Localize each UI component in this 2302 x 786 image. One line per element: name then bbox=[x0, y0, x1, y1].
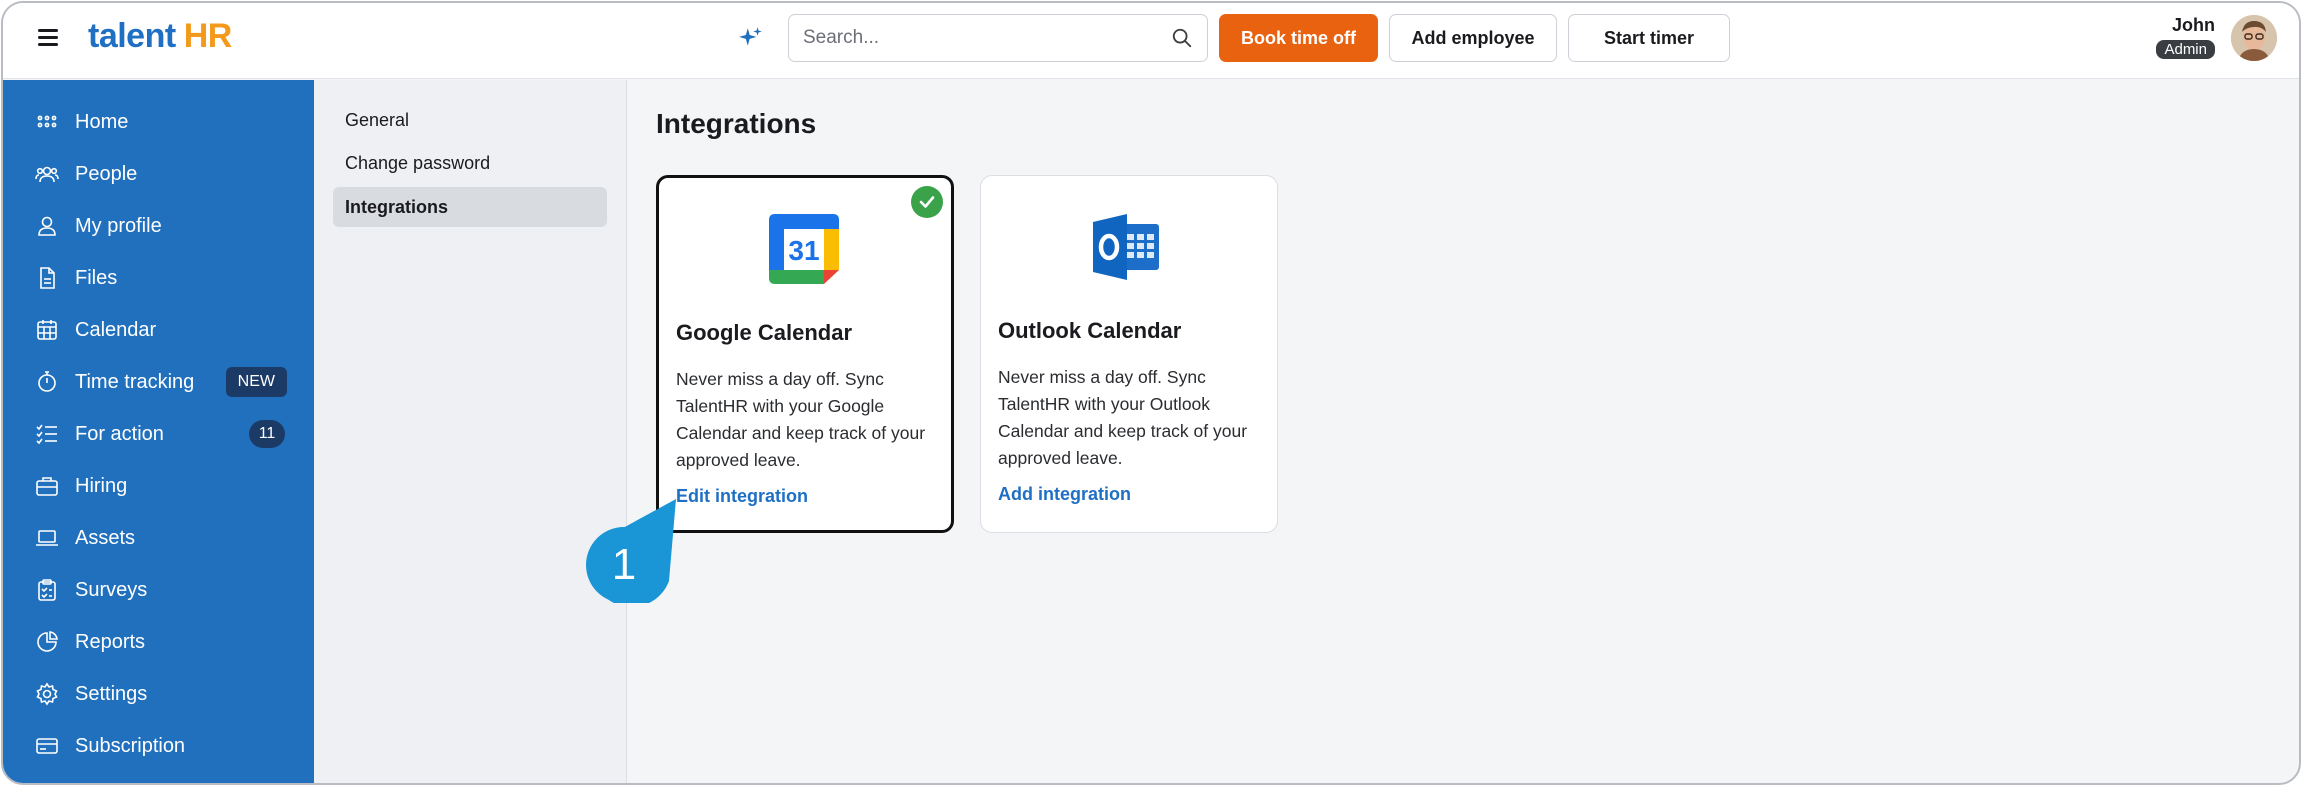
stopwatch-icon bbox=[38, 371, 56, 392]
sidebar-item-label: Hiring bbox=[75, 474, 128, 497]
search-box[interactable] bbox=[788, 14, 1208, 62]
sidebar-item-reports[interactable]: Reports bbox=[3, 616, 314, 668]
clipboard-icon bbox=[38, 579, 56, 601]
grid-icon bbox=[37, 115, 57, 128]
sidebar-item-assets[interactable]: Assets bbox=[3, 512, 314, 564]
card-description: Never miss a day off. Sync TalentHR with… bbox=[998, 367, 1248, 468]
card-title: Outlook Calendar bbox=[998, 318, 1182, 343]
subnav-item-change-password[interactable]: Change password bbox=[333, 143, 607, 183]
sidebar-item-subscription[interactable]: Subscription bbox=[3, 720, 314, 772]
app-window: talent HR Book time off Add employee Sta… bbox=[1, 1, 2301, 785]
callout-number: 1 bbox=[612, 540, 636, 589]
sidebar-item-settings[interactable]: Settings bbox=[3, 668, 314, 720]
gear-icon bbox=[36, 682, 58, 706]
connected-check-icon bbox=[911, 186, 943, 218]
card-title: Google Calendar bbox=[676, 320, 853, 345]
search-input[interactable] bbox=[803, 27, 1171, 49]
sidebar-item-label: Time tracking bbox=[75, 370, 195, 393]
sidebar-item-label: Home bbox=[75, 110, 129, 133]
subnav-item-general[interactable]: General bbox=[333, 100, 607, 140]
user-role-badge: Admin bbox=[2156, 40, 2215, 59]
sidebar-item-label: Settings bbox=[75, 682, 148, 705]
sidebar-item-hiring[interactable]: Hiring bbox=[3, 460, 314, 512]
outlook-calendar-card[interactable]: Outlook Calendar Never miss a day off. S… bbox=[980, 175, 1278, 533]
checklist-icon bbox=[36, 424, 57, 445]
add-employee-button[interactable]: Add employee bbox=[1389, 14, 1557, 62]
credit-card-icon bbox=[36, 738, 58, 754]
laptop-icon bbox=[36, 530, 58, 546]
sidebar-item-label: For action bbox=[75, 422, 164, 445]
calendar-logo-number: 31 bbox=[788, 235, 820, 266]
sidebar-item-for-action[interactable]: For action 11 bbox=[3, 408, 314, 460]
sidebar-item-label: Surveys bbox=[75, 578, 148, 601]
sidebar-item-surveys[interactable]: Surveys bbox=[3, 564, 314, 616]
user-info[interactable]: John Admin bbox=[2156, 15, 2215, 59]
sidebar-item-label: Subscription bbox=[75, 734, 186, 757]
sidebar-item-home[interactable]: Home bbox=[3, 96, 314, 148]
book-time-off-button[interactable]: Book time off bbox=[1219, 14, 1378, 62]
sidebar-item-my-profile[interactable]: My profile bbox=[3, 200, 314, 252]
action-count-badge: 11 bbox=[249, 420, 285, 448]
sidebar-item-label: Files bbox=[75, 266, 118, 289]
avatar[interactable] bbox=[2231, 15, 2277, 61]
sidebar-item-time-tracking[interactable]: Time tracking NEW bbox=[3, 356, 314, 408]
briefcase-icon bbox=[36, 477, 58, 496]
start-timer-button[interactable]: Start timer bbox=[1568, 14, 1730, 62]
settings-subnav: General Change password Integrations bbox=[314, 80, 627, 783]
logo-text-main: talent bbox=[88, 17, 176, 55]
user-name: John bbox=[2172, 15, 2215, 35]
ai-sparkle-icon[interactable] bbox=[738, 25, 764, 51]
sidebar-item-label: Assets bbox=[75, 526, 136, 549]
top-bar: talent HR Book time off Add employee Sta… bbox=[3, 3, 2299, 79]
search-icon[interactable] bbox=[1171, 27, 1193, 49]
sidebar-item-files[interactable]: Files bbox=[3, 252, 314, 304]
user-icon bbox=[38, 216, 56, 236]
hamburger-menu-icon[interactable] bbox=[36, 25, 60, 49]
outlook-calendar-logo-icon bbox=[1093, 214, 1159, 280]
sidebar-item-calendar[interactable]: Calendar bbox=[3, 304, 314, 356]
new-badge: NEW bbox=[225, 367, 287, 397]
page-title: Integrations bbox=[656, 108, 817, 139]
main-sidebar: Home People My profile Files Calendar Ti… bbox=[3, 80, 314, 783]
sidebar-item-label: Calendar bbox=[75, 318, 157, 341]
people-icon bbox=[35, 166, 59, 183]
avatar-portrait-icon bbox=[2231, 15, 2277, 61]
add-integration-link[interactable]: Add integration bbox=[998, 484, 1131, 505]
sidebar-item-label: My profile bbox=[75, 214, 162, 237]
talenthr-logo[interactable]: talent HR bbox=[88, 17, 232, 61]
logo-text-accent: HR bbox=[183, 17, 233, 55]
calendar-icon bbox=[37, 320, 57, 340]
subnav-item-integrations[interactable]: Integrations bbox=[333, 187, 607, 227]
card-description: Never miss a day off. Sync TalentHR with… bbox=[676, 369, 926, 470]
file-icon bbox=[40, 267, 55, 289]
sidebar-item-label: People bbox=[75, 162, 138, 185]
sidebar-item-people[interactable]: People bbox=[3, 148, 314, 200]
pie-chart-icon bbox=[37, 631, 58, 652]
step-callout-marker: 1 bbox=[586, 499, 676, 603]
sidebar-item-label: Reports bbox=[75, 630, 146, 653]
